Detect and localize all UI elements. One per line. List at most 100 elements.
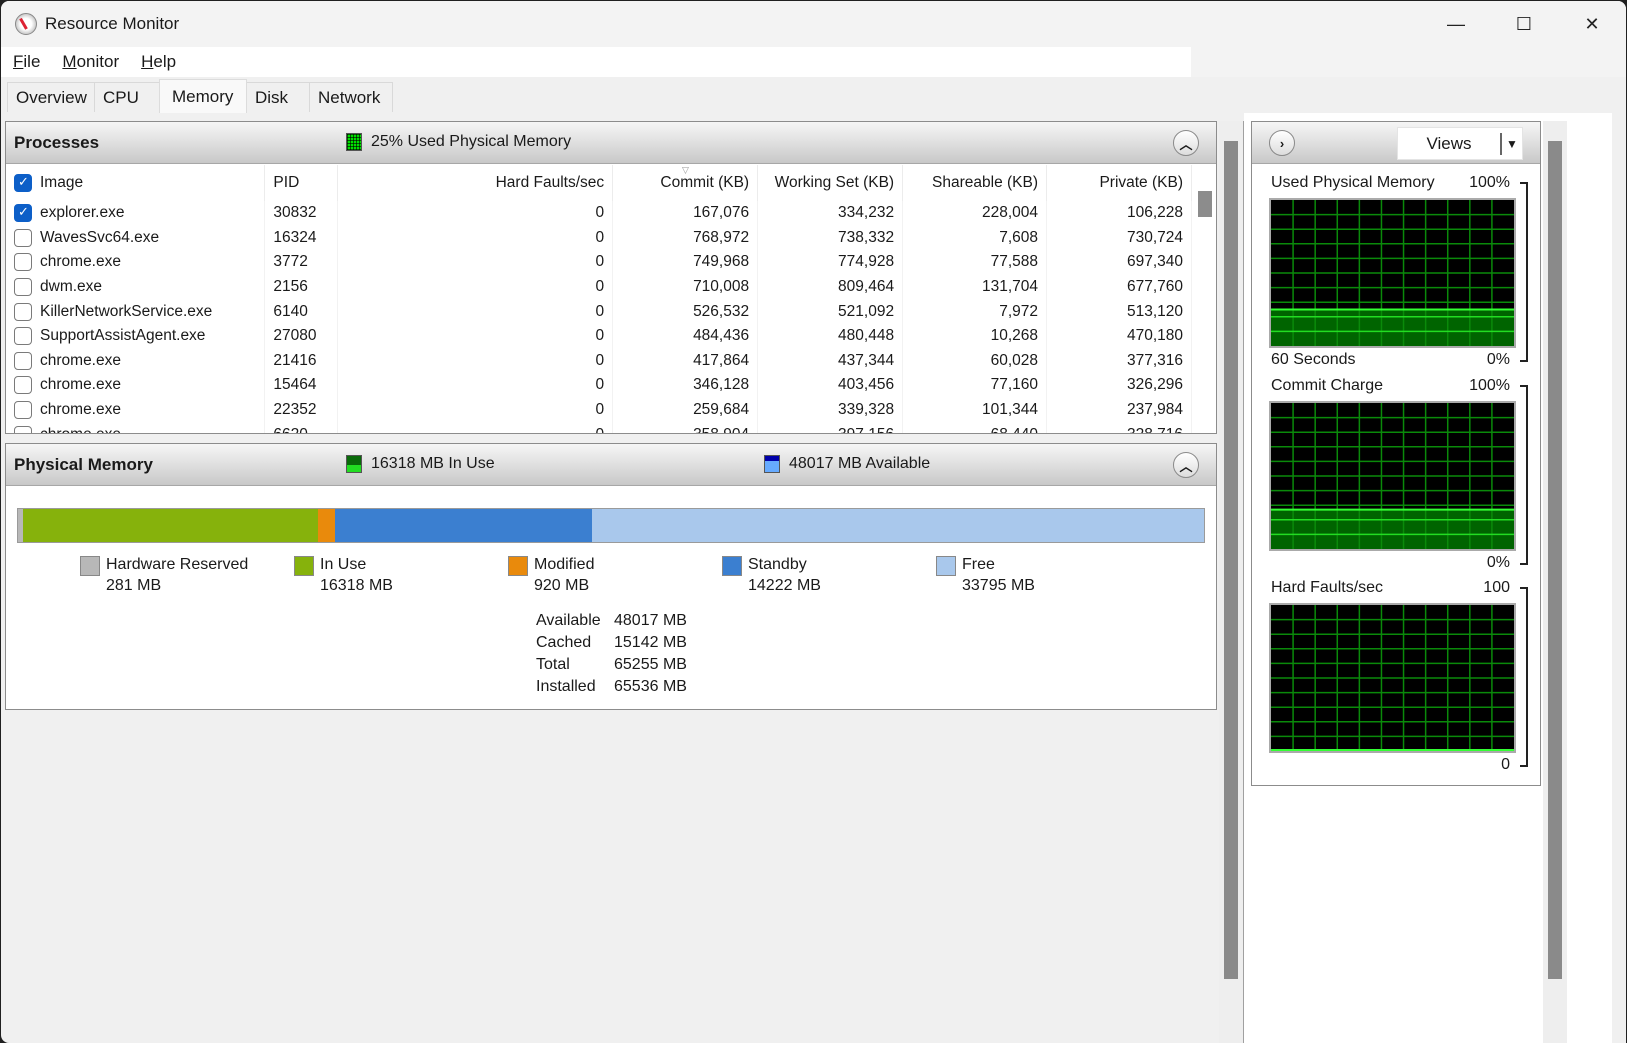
select-all-checkbox[interactable] (14, 173, 32, 192)
process-shareable: 68,440 (902, 422, 1048, 433)
column-hard-faults[interactable]: Hard Faults/sec (337, 165, 614, 201)
column-working-set[interactable]: Working Set (KB) (757, 165, 904, 201)
collapse-physical-memory-button[interactable]: ︿ (1173, 452, 1199, 478)
memory-meter-icon (346, 133, 362, 151)
memory-bar-segment-free (592, 509, 1204, 542)
process-commit: 167,076 (612, 201, 759, 226)
minimize-button[interactable]: — (1422, 1, 1490, 47)
process-pid: 21416 (264, 348, 339, 374)
side-scrollbar-thumb[interactable] (1548, 141, 1562, 979)
process-checkbox[interactable] (14, 327, 32, 346)
process-image-name: explorer.exe (40, 204, 125, 222)
processes-table: Image PID Hard Faults/sec Commit (KB) Wo… (6, 165, 1192, 433)
process-row[interactable]: dwm.exe 2156 0 710,008 809,464 131,704 677,760 (6, 274, 1192, 300)
process-image-name: chrome.exe (40, 351, 121, 369)
chevron-down-icon: ▼ (1500, 132, 1522, 155)
available-badge: 48017 MB Available (764, 455, 930, 473)
process-checkbox[interactable] (14, 351, 32, 370)
process-row[interactable]: SupportAssistAgent.exe 27080 0 484,436 480,4… (6, 323, 1192, 349)
column-commit[interactable]: Commit (KB) (612, 165, 759, 201)
process-row[interactable]: chrome.exe 21416 0 417,864 437,344 60,028 377,… (6, 348, 1192, 374)
tab-memory[interactable]: Memory (159, 79, 247, 113)
process-row[interactable]: chrome.exe 22352 0 259,684 339,328 101,344 237… (6, 397, 1192, 423)
column-shareable[interactable]: Shareable (KB) (902, 165, 1048, 201)
graph-time-label: 60 Seconds (1271, 351, 1356, 368)
process-checkbox[interactable] (14, 425, 32, 433)
menu-monitor[interactable]: Monitor (50, 52, 129, 72)
process-checkbox[interactable] (14, 302, 32, 321)
process-hard-faults: 0 (337, 201, 614, 226)
menu-monitor-label: onitor (76, 52, 120, 71)
process-image: chrome.exe (6, 422, 266, 433)
in-use-badge: 16318 MB In Use (346, 455, 495, 473)
process-image: chrome.exe (6, 250, 266, 275)
processes-scrollbar[interactable] (1194, 165, 1216, 433)
process-row[interactable]: chrome.exe 66200358,904397,15668,440328,7… (6, 422, 1192, 433)
collapse-side-panel-button[interactable]: › (1269, 130, 1295, 156)
process-checkbox[interactable] (14, 401, 32, 419)
graph-scale-bracket (1520, 587, 1528, 767)
used-physical-memory-graph-block: Used Physical Memory 100% 60 Seconds 0% (1252, 172, 1542, 372)
processes-header[interactable]: Processes 25% Used Physical Memory ︿ (6, 122, 1216, 164)
close-button[interactable]: ✕ (1558, 1, 1626, 47)
process-image-name: chrome.exe (40, 376, 121, 394)
process-row[interactable]: WavesSvc64.exe 16324 0 768,972 738,332 7,608 7… (6, 225, 1192, 251)
process-row[interactable]: explorer.exe 308320167,076334,232228,0041… (6, 201, 1192, 226)
column-image[interactable]: Image (6, 165, 266, 201)
processes-section: Processes 25% Used Physical Memory ︿ ▽ I… (5, 121, 1217, 434)
process-checkbox[interactable] (14, 376, 32, 395)
window-title: Resource Monitor (45, 14, 180, 33)
graph-min-label: 0 (1501, 756, 1510, 773)
stat-value: 65255 MB (614, 656, 687, 673)
graph-title: Hard Faults/sec (1271, 579, 1384, 596)
column-private[interactable]: Private (KB) (1046, 165, 1192, 201)
tab-overview[interactable]: Overview (7, 82, 95, 112)
main-scrollbar-thumb[interactable] (1224, 141, 1238, 979)
memory-stats: Available 48017 MB Cached 15142 MB Total 65… (536, 612, 687, 700)
process-image-name: KillerNetworkService.exe (40, 302, 213, 320)
tab-disk[interactable]: Disk (246, 82, 310, 112)
graph-max-label: 100 (1483, 579, 1510, 596)
process-row[interactable]: chrome.exe 3772 0 749,968 774,928 77,588 697,3… (6, 250, 1192, 275)
tab-network[interactable]: Network (309, 82, 393, 112)
process-checkbox[interactable] (14, 204, 32, 223)
process-hard-faults: 0 (337, 373, 614, 398)
process-checkbox[interactable] (14, 228, 32, 247)
process-row[interactable]: KillerNetworkService.exe 6140 0 526,532 521,… (6, 299, 1192, 324)
processes-table-header: Image PID Hard Faults/sec Commit (KB) Wo… (6, 165, 1192, 201)
available-meter-icon (764, 455, 780, 473)
processes-scrollbar-thumb[interactable] (1198, 191, 1212, 217)
graph-panel-header: › Views ▼ (1252, 122, 1540, 164)
used-memory-badge: 25% Used Physical Memory (346, 133, 571, 151)
resource-monitor-app-icon (15, 13, 37, 35)
tab-cpu[interactable]: CPU (94, 82, 160, 112)
process-working-set: 809,464 (757, 274, 904, 300)
hard-faults-graph-block: Hard Faults/sec 100 0 (1252, 577, 1542, 777)
process-working-set: 738,332 (757, 225, 904, 251)
process-image-name: WavesSvc64.exe (40, 228, 160, 246)
process-row[interactable]: chrome.exe 15464 0 346,128 403,456 77,160 326,… (6, 373, 1192, 398)
hardware-reserved-swatch (80, 556, 100, 576)
menu-bar-filler (1191, 47, 1626, 77)
free-swatch (936, 556, 956, 576)
process-pid: 2156 (264, 274, 339, 300)
menu-monitor-accel: M (62, 52, 77, 71)
process-checkbox[interactable] (14, 278, 32, 297)
views-dropdown[interactable]: Views ▼ (1397, 127, 1523, 160)
physical-memory-header[interactable]: Physical Memory 16318 MB In Use 48017 MB… (6, 444, 1216, 486)
stat-label: Available (536, 612, 601, 629)
process-checkbox[interactable] (14, 253, 32, 272)
process-image: SupportAssistAgent.exe (6, 323, 266, 349)
column-pid[interactable]: PID (264, 165, 339, 201)
process-image-name: SupportAssistAgent.exe (40, 327, 206, 345)
collapse-processes-button[interactable]: ︿ (1173, 130, 1199, 156)
memory-bar-segment-modified (318, 509, 336, 542)
process-pid: 16324 (264, 225, 339, 251)
menu-file[interactable]: File (1, 52, 50, 72)
maximize-button[interactable]: ☐ (1490, 1, 1558, 47)
menu-help[interactable]: Help (129, 52, 186, 72)
legend-value: 281 MB (106, 577, 162, 594)
process-working-set: 480,448 (757, 323, 904, 349)
graph-title: Commit Charge (1271, 377, 1384, 394)
process-private: 513,120 (1046, 299, 1192, 324)
